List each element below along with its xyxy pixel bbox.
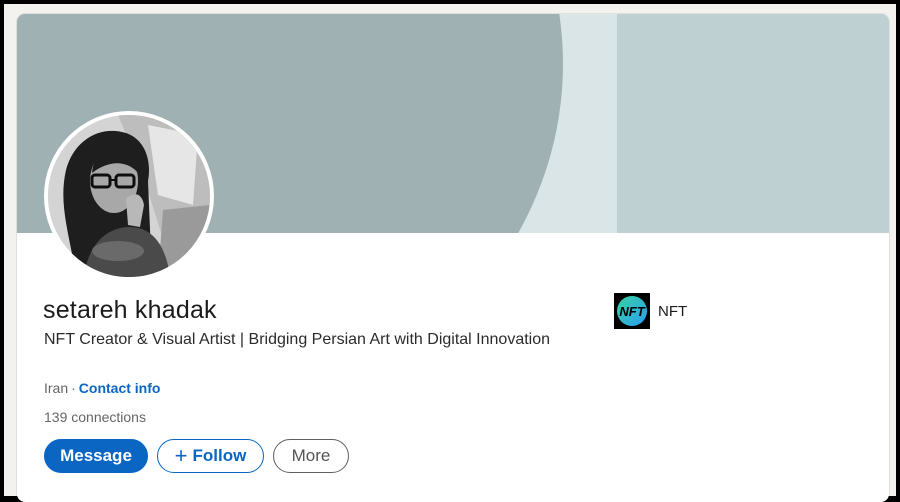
follow-button[interactable]: + Follow: [157, 439, 264, 473]
avatar-image: [48, 115, 210, 277]
organization-name: NFT: [658, 302, 688, 320]
location-line: Iran · Contact info: [44, 380, 160, 396]
location-text: Iran: [44, 380, 69, 396]
profile-headline: NFT Creator & Visual Artist | Bridging P…: [44, 331, 551, 348]
profile-card: setareh khadak NFT Creator & Visual Arti…: [17, 14, 889, 502]
nft-logo-text: NFT: [619, 304, 645, 319]
connections-count: 139 connections: [44, 409, 146, 425]
page-background: setareh khadak NFT Creator & Visual Arti…: [4, 4, 896, 502]
nft-logo-mark: NFT: [617, 296, 647, 326]
plus-icon: +: [174, 443, 188, 468]
separator-dot: ·: [71, 380, 76, 396]
profile-photo[interactable]: [44, 111, 214, 281]
nft-logo-icon: NFT: [614, 293, 650, 329]
profile-name: setareh khadak: [43, 296, 217, 324]
current-organization[interactable]: NFT NFT: [614, 293, 687, 329]
follow-label: Follow: [192, 446, 247, 465]
avatar: [48, 115, 210, 277]
more-button[interactable]: More: [273, 439, 349, 473]
message-button[interactable]: Message: [44, 439, 148, 473]
contact-info-link[interactable]: Contact info: [79, 380, 161, 396]
